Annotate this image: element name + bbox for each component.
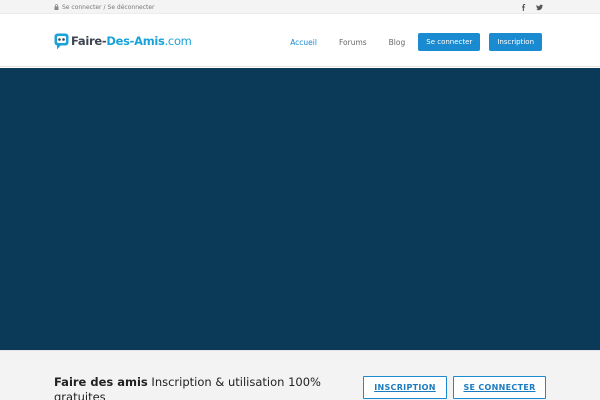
cta-headline: Faire des amis Inscription & utilisation… (54, 375, 344, 400)
login-button[interactable]: Se connecter (418, 33, 481, 51)
login-link[interactable]: Se connecter (62, 4, 101, 11)
signup-button[interactable]: Inscription (489, 33, 542, 51)
social-links (520, 2, 543, 12)
nav-item-forums[interactable]: Forums (339, 38, 367, 47)
cta-band: Faire des amis Inscription & utilisation… (0, 350, 600, 400)
cta-login-button[interactable]: SE CONNECTER (453, 376, 546, 399)
site-header: Faire-Des-Amis.com Accueil Forums Blog S… (0, 14, 600, 67)
logo-text-part1: Faire- (71, 34, 107, 48)
logo-text-part3: .com (164, 34, 192, 48)
cta-headline-bold: Faire des amis (54, 375, 148, 389)
facebook-icon[interactable] (520, 3, 527, 11)
site-logo[interactable]: Faire-Des-Amis.com (54, 31, 192, 51)
link-separator: / (103, 3, 106, 11)
main-nav: Accueil Forums Blog Se connecter Inscrip… (290, 33, 542, 51)
top-bar: Se connecter / Se déconnecter (0, 0, 600, 14)
account-links: Se connecter / Se déconnecter (54, 2, 155, 12)
twitter-icon[interactable] (536, 4, 543, 11)
nav-item-blog[interactable]: Blog (389, 38, 406, 47)
cta-signup-button[interactable]: INSCRIPTION (363, 376, 447, 399)
logo-text: Faire-Des-Amis.com (71, 34, 192, 48)
lock-icon (54, 4, 59, 10)
logo-text-part2: Des-Amis (106, 34, 165, 48)
logout-link[interactable]: Se déconnecter (108, 4, 155, 11)
nav-item-home[interactable]: Accueil (290, 38, 317, 47)
chat-bubble-logo-icon (54, 33, 69, 49)
hero-banner (0, 68, 600, 350)
